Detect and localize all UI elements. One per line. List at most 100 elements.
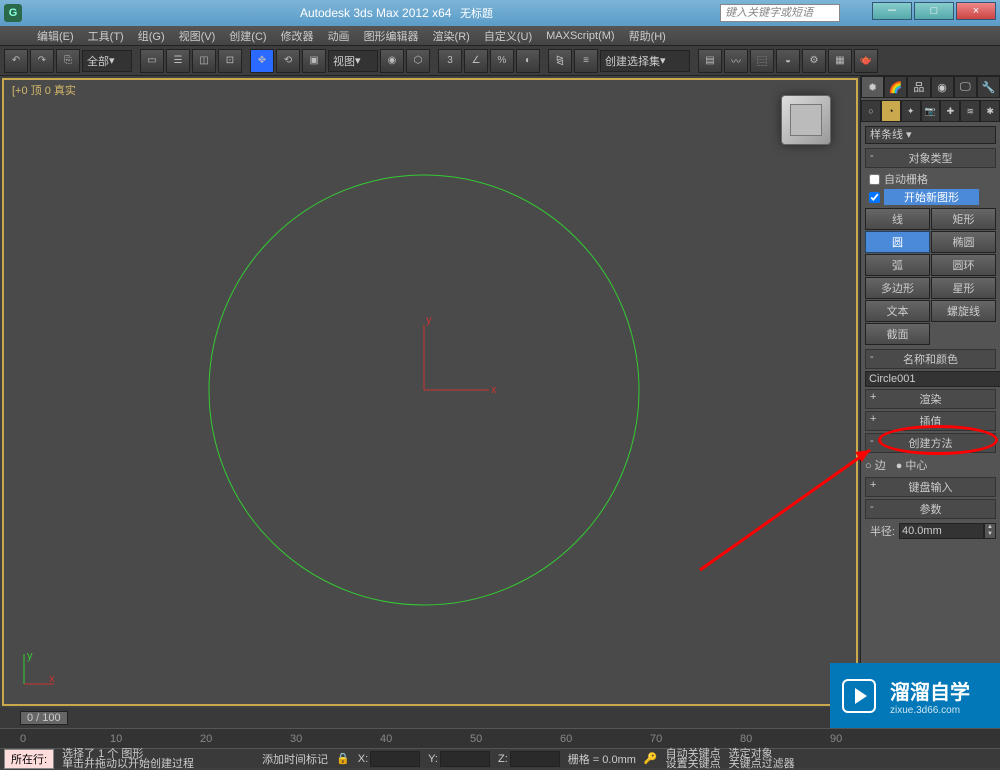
menu-grapheditors[interactable]: 图形编辑器 — [357, 28, 426, 44]
time-slider[interactable]: 0 / 100 — [0, 708, 860, 728]
key-icon[interactable]: 🔑 — [644, 752, 658, 765]
align-button[interactable]: ≡ — [574, 49, 598, 73]
menu-rendering[interactable]: 渲染(R) — [426, 28, 477, 44]
render-frame-button[interactable]: ▦ — [828, 49, 852, 73]
x-coord[interactable]: X: — [358, 751, 420, 767]
rectangle-button[interactable]: 矩形 — [931, 208, 996, 230]
rollout-name-color[interactable]: 名称和颜色 — [865, 349, 996, 369]
viewport[interactable]: [+0 顶 0 真实 y x y x — [2, 78, 858, 706]
spacewarps-subtab[interactable]: ≋ — [960, 100, 980, 122]
menu-help[interactable]: 帮助(H) — [622, 28, 673, 44]
menu-bar: 编辑(E) 工具(T) 组(G) 视图(V) 创建(C) 修改器 动画 图形编辑… — [0, 26, 1000, 46]
modify-tab[interactable]: 🌈 — [884, 76, 907, 98]
radius-spinner[interactable]: ▲▼ — [899, 523, 996, 539]
edge-radio[interactable]: ○ 边 — [865, 457, 886, 473]
ngon-button[interactable]: 多边形 — [865, 277, 930, 299]
cameras-subtab[interactable]: 📷 — [921, 100, 941, 122]
time-handle[interactable]: 0 / 100 — [20, 711, 68, 725]
spinner-arrows[interactable]: ▲▼ — [984, 523, 996, 539]
named-selset-dropdown[interactable]: 创建选择集 ▾ — [600, 50, 690, 72]
create-tab[interactable]: ✹ — [861, 76, 884, 98]
rollout-interp[interactable]: 插值 — [865, 411, 996, 431]
rollout-keyboard[interactable]: 键盘输入 — [865, 477, 996, 497]
maximize-button[interactable]: □ — [914, 2, 954, 20]
shapes-subtab[interactable]: ◔ — [881, 100, 901, 122]
utilities-tab[interactable]: 🔧 — [977, 76, 1000, 98]
donut-button[interactable]: 圆环 — [931, 254, 996, 276]
scale-button[interactable]: ▣ — [302, 49, 326, 73]
arc-button[interactable]: 弧 — [865, 254, 930, 276]
autogrid-checkbox[interactable]: 自动栅格 — [865, 170, 996, 188]
motion-tab[interactable]: ◉ — [931, 76, 954, 98]
rollout-render[interactable]: 渲染 — [865, 389, 996, 409]
schematic-button[interactable]: ⿳ — [750, 49, 774, 73]
menu-group[interactable]: 组(G) — [131, 28, 172, 44]
star-button[interactable]: 星形 — [931, 277, 996, 299]
category-dropdown[interactable]: 样条线 ▾ — [865, 126, 996, 144]
setkey-button[interactable]: 设置关键点 — [666, 759, 721, 769]
filter-dropdown[interactable]: 全部 ▾ — [82, 50, 132, 72]
hierarchy-tab[interactable]: 品 — [907, 76, 930, 98]
rollout-create-method[interactable]: 创建方法 — [865, 433, 996, 453]
select-name-button[interactable]: ☰ — [166, 49, 190, 73]
menu-views[interactable]: 视图(V) — [172, 28, 223, 44]
systems-subtab[interactable]: ✱ — [980, 100, 1000, 122]
object-name-input[interactable] — [865, 371, 1000, 387]
ellipse-button[interactable]: 椭圆 — [931, 231, 996, 253]
keyfilter-button[interactable]: 关键点过滤器 — [729, 759, 795, 769]
percent-snap-toggle[interactable]: % — [490, 49, 514, 73]
menu-maxscript[interactable]: MAXScript(M) — [539, 30, 621, 42]
move-button[interactable]: ✥ — [250, 49, 274, 73]
menu-edit[interactable]: 编辑(E) — [30, 28, 81, 44]
helix-button[interactable]: 螺旋线 — [931, 300, 996, 322]
angle-snap-toggle[interactable]: ∠ — [464, 49, 488, 73]
geometry-subtab[interactable]: ○ — [861, 100, 881, 122]
text-button[interactable]: 文本 — [865, 300, 930, 322]
display-tab[interactable]: 🖵 — [954, 76, 977, 98]
menu-customize[interactable]: 自定义(U) — [477, 28, 539, 44]
redo-button[interactable]: ↷ — [30, 49, 54, 73]
pivot-button[interactable]: ◉ — [380, 49, 404, 73]
curve-editor-button[interactable]: 〰 — [724, 49, 748, 73]
manipulate-button[interactable]: ⬡ — [406, 49, 430, 73]
mirror-button[interactable]: ⧎ — [548, 49, 572, 73]
z-coord[interactable]: Z: — [498, 751, 560, 767]
helpers-subtab[interactable]: ✚ — [940, 100, 960, 122]
rotate-button[interactable]: ⟲ — [276, 49, 300, 73]
lock-icon[interactable]: 🔒 — [336, 752, 350, 765]
search-input[interactable]: 键入关键字或短语 — [720, 4, 840, 22]
snap-toggle[interactable]: 3 — [438, 49, 462, 73]
spinner-snap-toggle[interactable]: ◐ — [516, 49, 540, 73]
render-button[interactable]: 🫖 — [854, 49, 878, 73]
track-bar[interactable]: 0 10 20 30 40 50 60 70 80 90 — [0, 728, 1000, 748]
viewport-label[interactable]: [+0 顶 0 真实 — [12, 82, 76, 98]
menu-create[interactable]: 创建(C) — [222, 28, 273, 44]
center-radio[interactable]: ● 中心 — [896, 457, 928, 473]
y-coord[interactable]: Y: — [428, 751, 490, 767]
radius-input[interactable] — [899, 523, 984, 539]
lights-subtab[interactable]: ✦ — [901, 100, 921, 122]
menu-animation[interactable]: 动画 — [321, 28, 357, 44]
undo-button[interactable]: ↶ — [4, 49, 28, 73]
material-editor-button[interactable]: ◒ — [776, 49, 800, 73]
refcoord-dropdown[interactable]: 视图 ▾ — [328, 50, 378, 72]
rollout-object-type[interactable]: 对象类型 — [865, 148, 996, 168]
rollout-params[interactable]: 参数 — [865, 499, 996, 519]
link-button[interactable]: ⎘ — [56, 49, 80, 73]
selobj-drop[interactable]: 选定对象 — [729, 749, 795, 759]
window-crossing-button[interactable]: ⊡ — [218, 49, 242, 73]
startnew-checkbox[interactable]: 开始新图形 — [865, 188, 996, 206]
add-time-tag[interactable]: 添加时间标记 — [262, 751, 328, 767]
render-setup-button[interactable]: ⚙ — [802, 49, 826, 73]
minimize-button[interactable]: － — [872, 2, 912, 20]
select-button[interactable]: ▭ — [140, 49, 164, 73]
section-button[interactable]: 截面 — [865, 323, 930, 345]
menu-tools[interactable]: 工具(T) — [81, 28, 131, 44]
circle-button[interactable]: 圆 — [865, 231, 930, 253]
autokey-button[interactable]: 自动关键点 — [666, 749, 721, 759]
menu-modifiers[interactable]: 修改器 — [274, 28, 321, 44]
select-region-button[interactable]: ◫ — [192, 49, 216, 73]
line-button[interactable]: 线 — [865, 208, 930, 230]
close-button[interactable]: × — [956, 2, 996, 20]
layers-button[interactable]: ▤ — [698, 49, 722, 73]
